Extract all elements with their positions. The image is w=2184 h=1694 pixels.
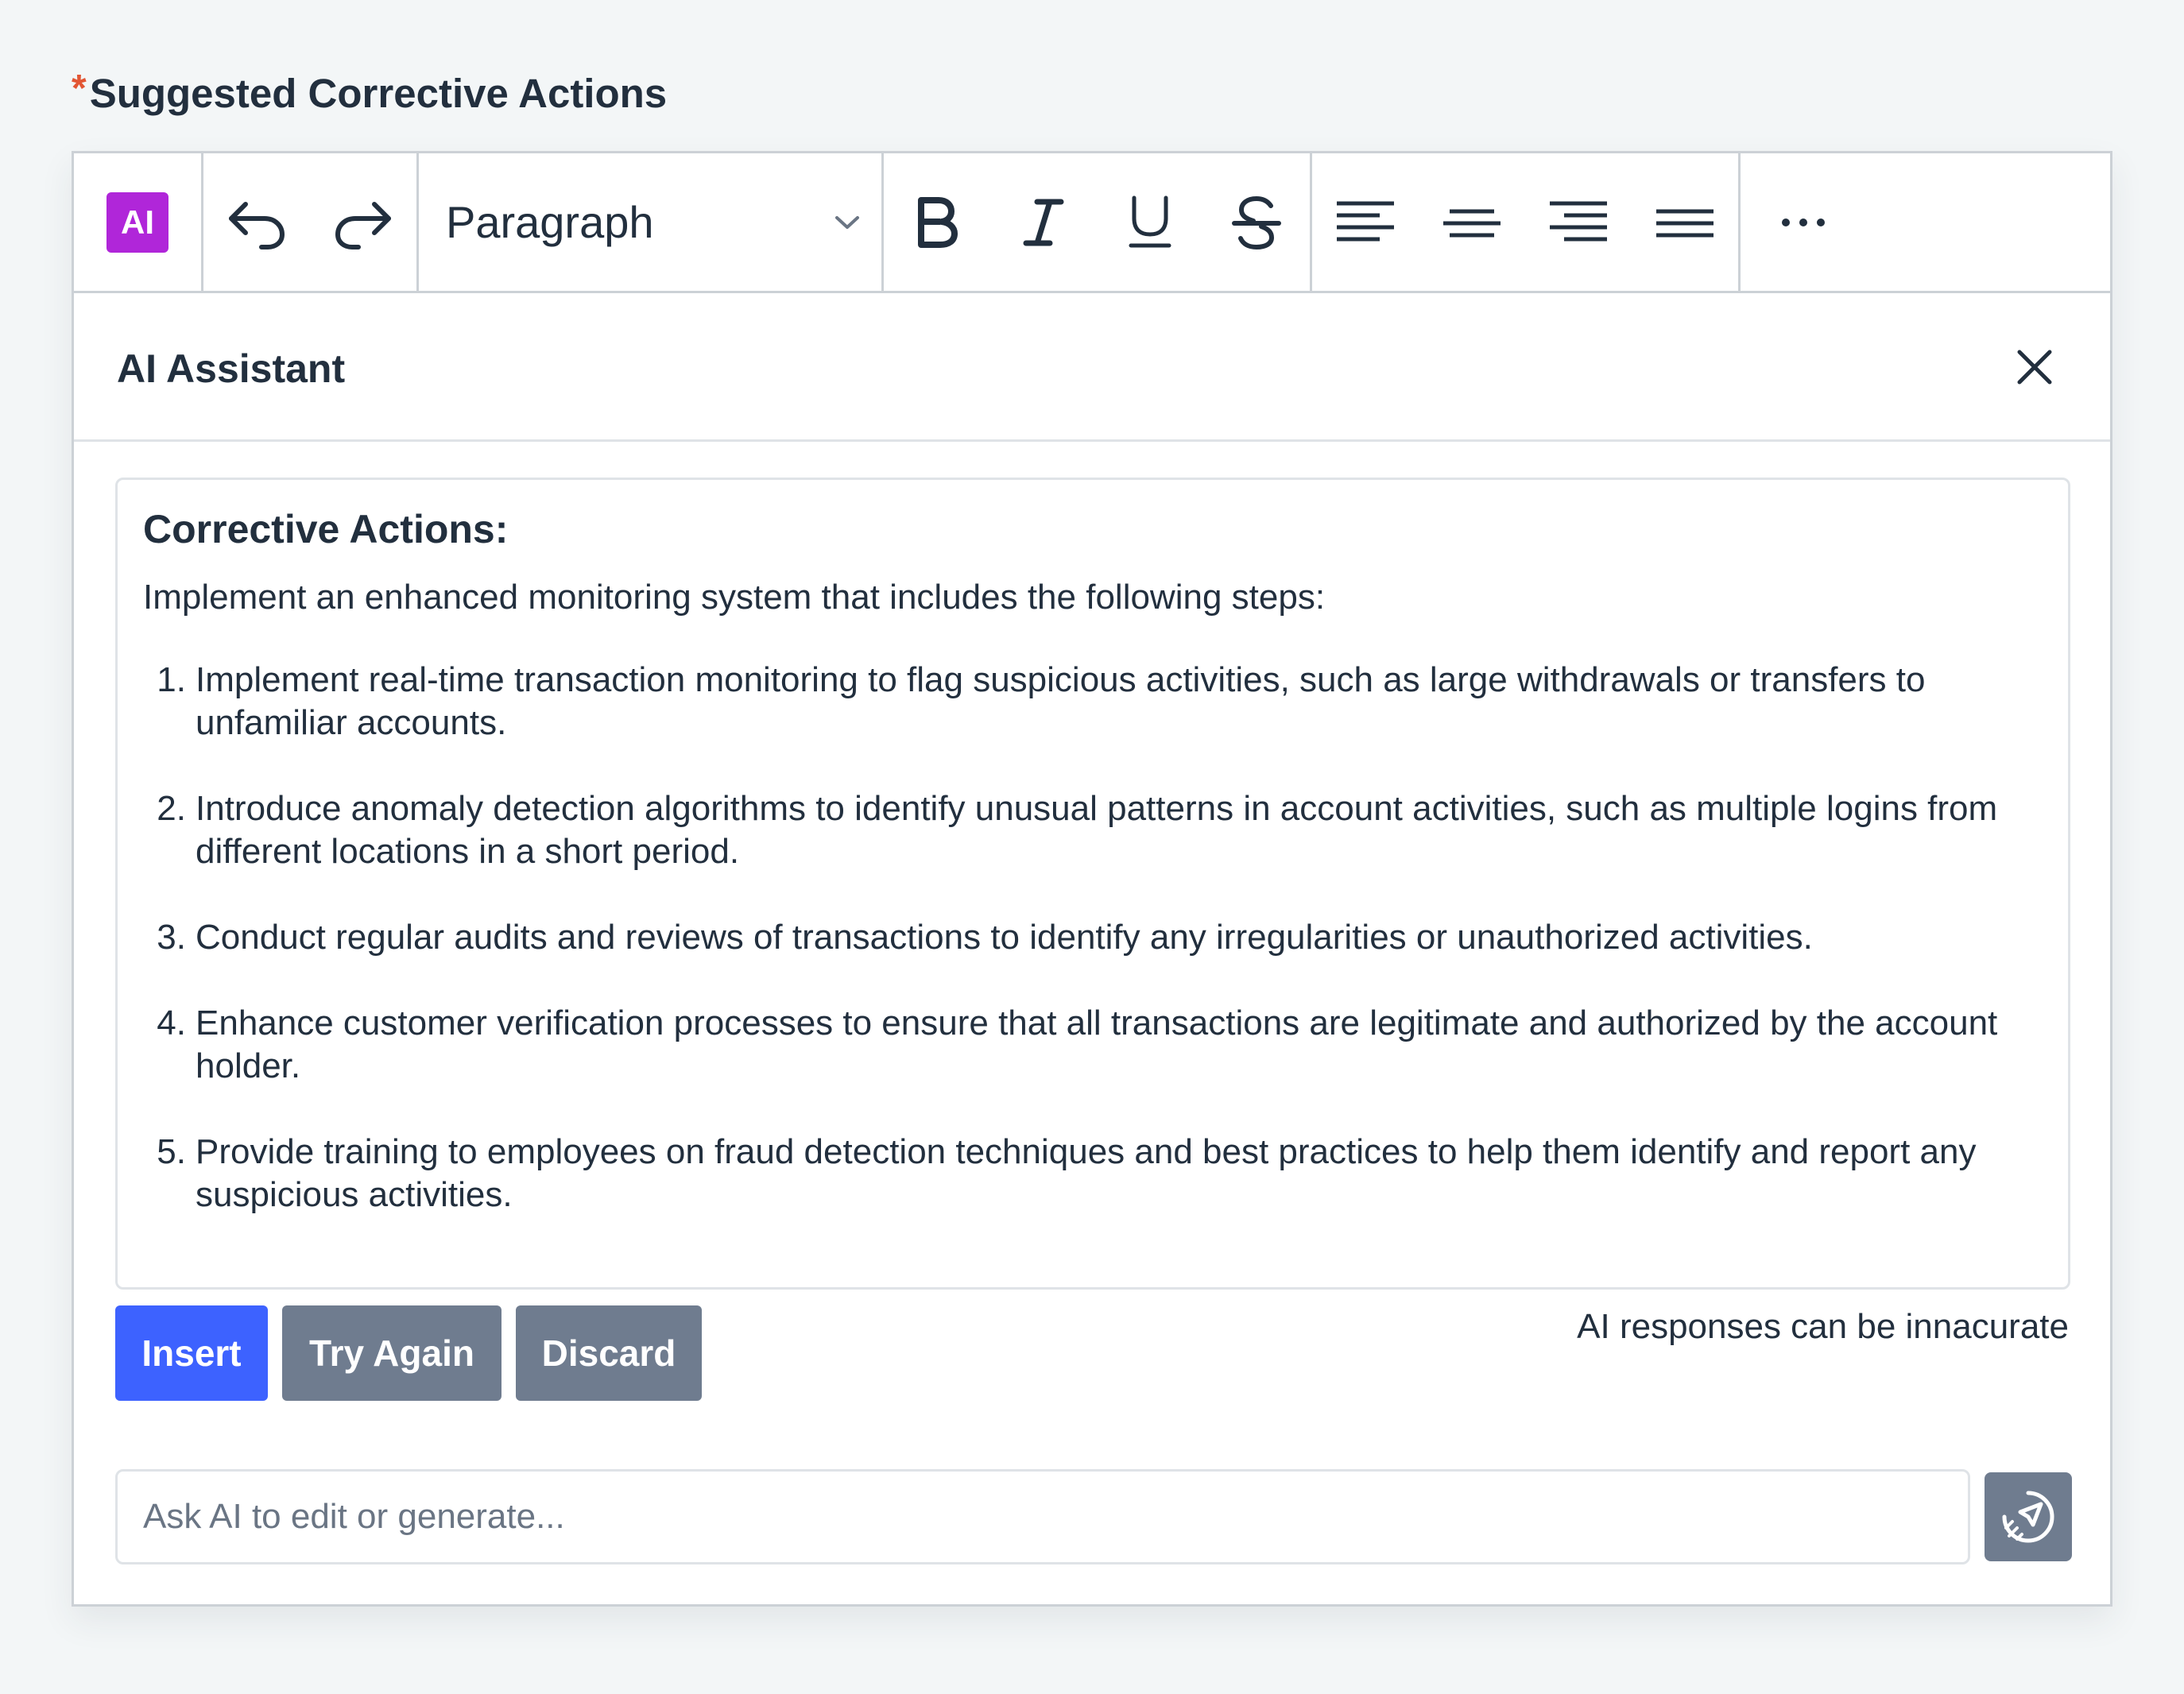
list-item: 4. Enhance customer verification process…	[143, 1002, 2043, 1088]
italic-icon	[1023, 199, 1064, 246]
ai-assistant-title: AI Assistant	[117, 346, 346, 391]
list-item-text: Enhance customer verification processes …	[196, 1004, 1998, 1085]
align-right-button[interactable]	[1525, 153, 1632, 291]
response-intro: Implement an enhanced monitoring system …	[143, 578, 1326, 617]
align-justify-button[interactable]	[1632, 153, 1738, 291]
redo-button[interactable]	[310, 153, 416, 291]
toolbar-group-more	[1741, 153, 1866, 291]
ai-assistant-header: AI Assistant	[74, 293, 2110, 442]
toolbar-group-align	[1312, 153, 1741, 291]
list-item-number: 1.	[157, 660, 186, 699]
align-left-icon	[1337, 201, 1394, 241]
more-button[interactable]	[1741, 153, 1866, 291]
list-item-text: Implement real-time transaction monitori…	[196, 660, 1926, 742]
strikethrough-icon	[1232, 195, 1281, 249]
align-justify-icon	[1656, 209, 1714, 237]
more-icon	[1782, 218, 1825, 226]
list-item-number: 3.	[157, 918, 186, 957]
ai-response-box: Corrective Actions: Implement an enhance…	[115, 478, 2070, 1290]
list-item-number: 2.	[157, 789, 186, 828]
rich-text-editor: AI Paragraph AI Assistant Corrective Act…	[72, 151, 2112, 1607]
field-label: * Suggested Corrective Actions	[72, 70, 667, 117]
response-heading: Corrective Actions:	[143, 507, 509, 551]
editor-toolbar: AI Paragraph	[74, 153, 2110, 293]
list-item: 5. Provide training to employees on frau…	[143, 1131, 2043, 1216]
toolbar-group-formatting	[884, 153, 1312, 291]
list-item-text: Introduce anomaly detection algorithms t…	[196, 789, 1998, 871]
list-item-number: 5.	[157, 1132, 186, 1171]
ai-prompt-input[interactable]	[115, 1469, 1970, 1564]
list-item: 3. Conduct regular audits and reviews of…	[143, 916, 2043, 959]
undo-icon	[229, 201, 285, 249]
close-icon	[2017, 350, 2052, 385]
list-item-text: Conduct regular audits and reviews of tr…	[196, 918, 1813, 957]
underline-button[interactable]	[1097, 153, 1203, 291]
list-item: 2. Introduce anomaly detection algorithm…	[143, 787, 2043, 873]
list-item-text: Provide training to employees on fraud d…	[196, 1132, 1977, 1214]
align-right-icon	[1550, 201, 1607, 241]
field-label-text: Suggested Corrective Actions	[89, 71, 668, 116]
ai-disclaimer: AI responses can be innacurate	[1577, 1307, 2069, 1346]
underline-icon	[1129, 195, 1171, 247]
try-again-button[interactable]: Try Again	[282, 1305, 501, 1401]
send-icon	[2002, 1491, 2054, 1543]
toolbar-group-blocks: Paragraph	[419, 153, 884, 291]
ai-action-buttons: Insert Try Again Discard	[115, 1305, 702, 1401]
response-list: 1. Implement real-time transaction monit…	[143, 659, 2043, 1216]
send-button[interactable]	[1985, 1472, 2072, 1561]
align-center-button[interactable]	[1419, 153, 1525, 291]
discard-button[interactable]: Discard	[516, 1305, 702, 1401]
ai-icon: AI	[106, 191, 168, 253]
required-marker: *	[72, 68, 87, 110]
strikethrough-button[interactable]	[1203, 153, 1310, 291]
insert-button[interactable]: Insert	[115, 1305, 268, 1401]
list-item-number: 4.	[157, 1004, 186, 1042]
toolbar-group-ai: AI	[74, 153, 203, 291]
bold-button[interactable]	[884, 153, 990, 291]
redo-icon	[335, 201, 391, 249]
undo-button[interactable]	[203, 153, 310, 291]
toolbar-group-history	[203, 153, 419, 291]
ai-button[interactable]: AI	[74, 153, 201, 291]
bold-icon	[918, 196, 958, 248]
list-item: 1. Implement real-time transaction monit…	[143, 659, 2043, 745]
close-button[interactable]	[2015, 347, 2054, 387]
italic-button[interactable]	[990, 153, 1097, 291]
chevron-down-icon	[835, 215, 859, 229]
align-left-button[interactable]	[1312, 153, 1419, 291]
align-center-icon	[1443, 209, 1501, 237]
block-format-select[interactable]: Paragraph	[419, 153, 881, 291]
block-format-value: Paragraph	[446, 197, 654, 247]
